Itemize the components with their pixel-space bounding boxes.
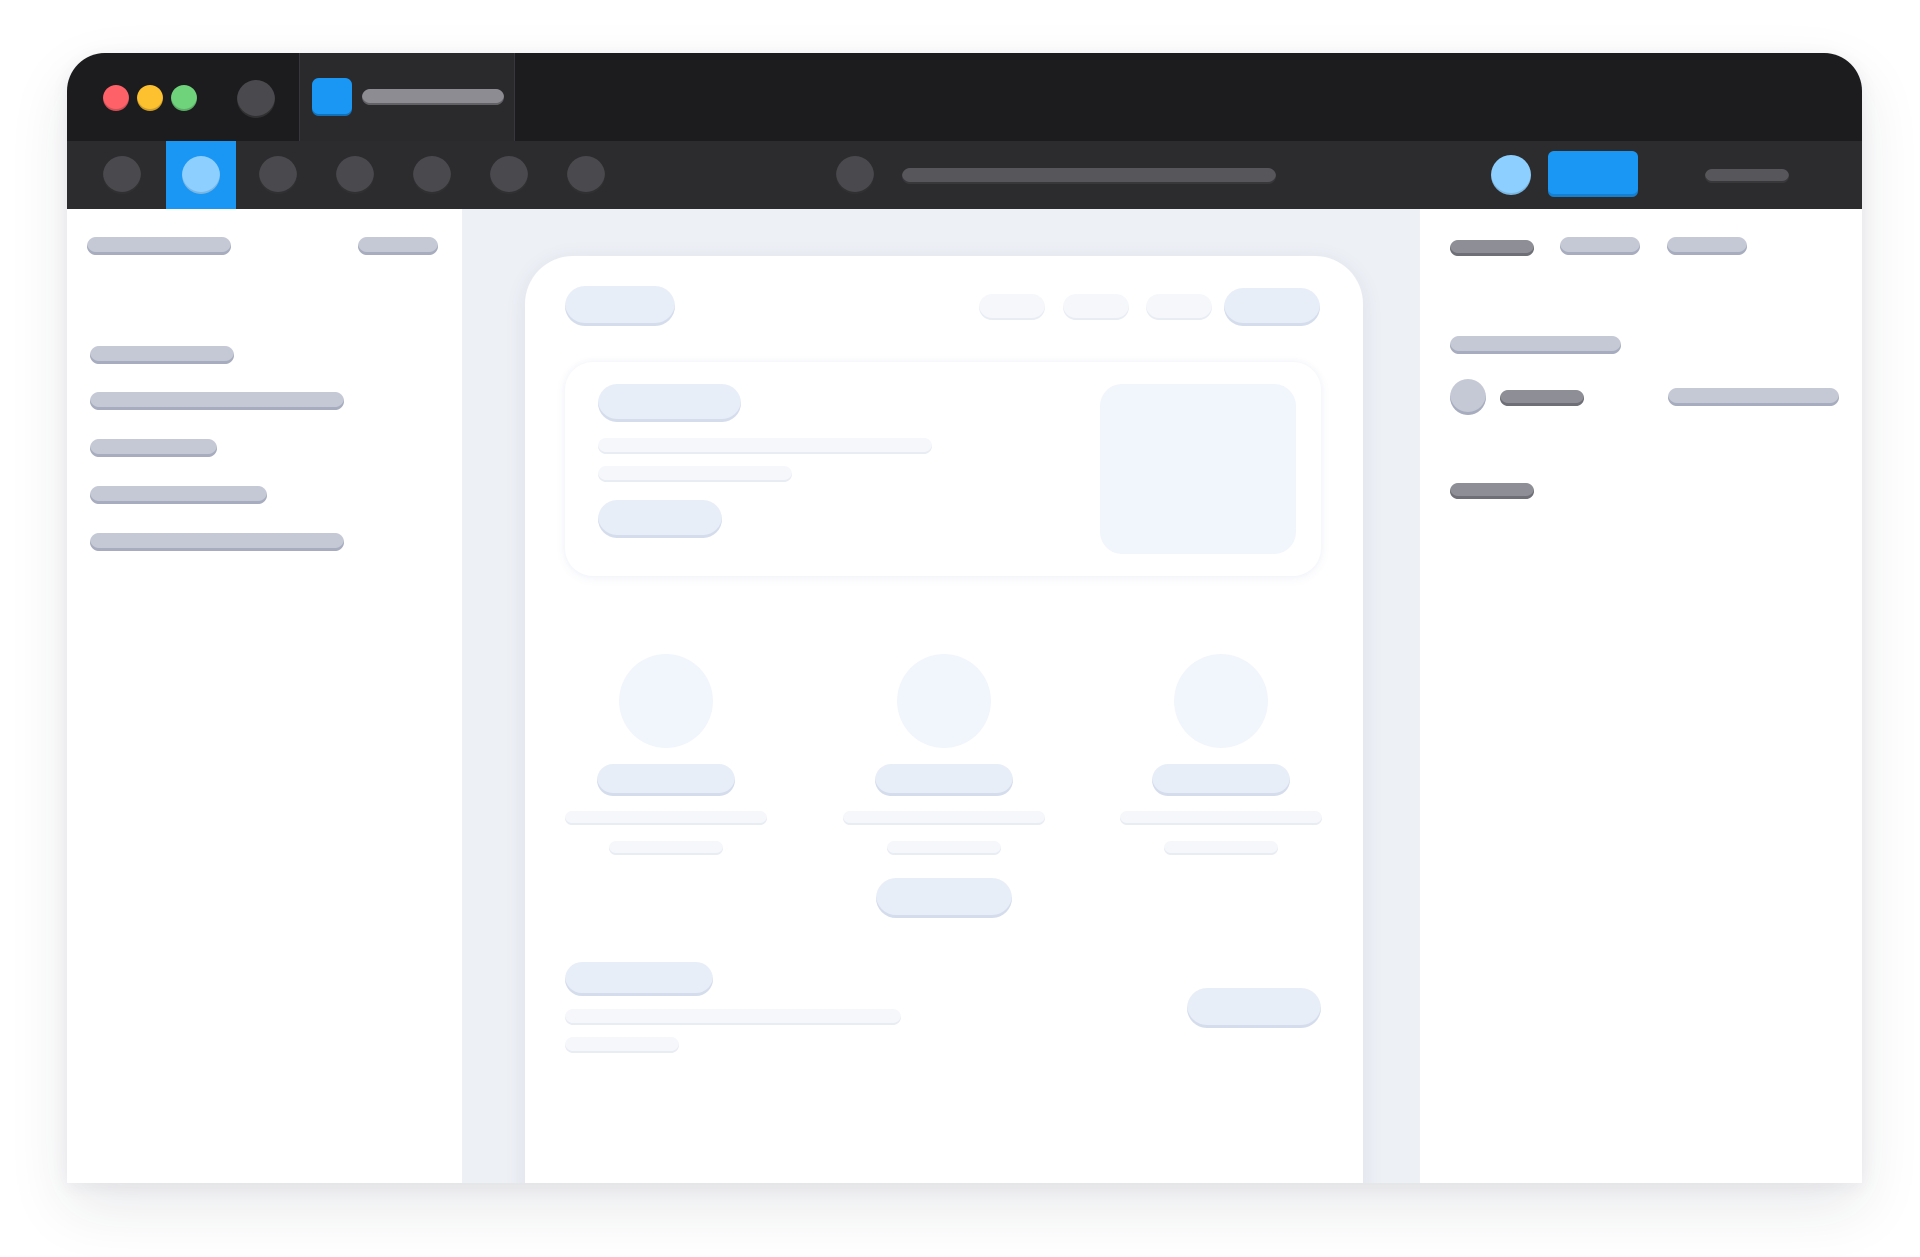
inspector-avatar: [1450, 379, 1486, 415]
tab-prototype[interactable]: [1560, 237, 1640, 255]
feature-3-title: [1152, 764, 1290, 796]
search-icon[interactable]: [836, 156, 874, 194]
tool-7-button[interactable]: [551, 141, 621, 209]
tool-3-button[interactable]: [243, 141, 313, 209]
feature-2-line-2: [887, 841, 1001, 855]
footer-button[interactable]: [1187, 988, 1321, 1028]
tool-2-icon: [182, 156, 220, 194]
features-button[interactable]: [876, 878, 1012, 918]
feature-3-line-1: [1120, 811, 1322, 825]
sidebar-item-1[interactable]: [90, 346, 234, 364]
tool-7-icon: [567, 156, 605, 194]
artboard-nav-link-2[interactable]: [1063, 294, 1129, 320]
hero-badge: [598, 384, 741, 422]
menu-link[interactable]: [1705, 169, 1789, 183]
tab-inspect[interactable]: [1667, 237, 1747, 255]
tool-1-button[interactable]: [87, 141, 157, 209]
sidebar-item-4[interactable]: [90, 486, 267, 504]
app-icon: [312, 78, 352, 116]
tab-design[interactable]: [1450, 240, 1534, 256]
hero-button[interactable]: [598, 500, 722, 538]
maximize-window-button[interactable]: [171, 85, 197, 111]
sidebar-header-action[interactable]: [358, 237, 438, 255]
app-window: [67, 53, 1862, 1183]
tool-4-icon: [336, 156, 374, 194]
inspector-panel: [1420, 209, 1862, 1183]
hero-subline: [598, 466, 792, 482]
share-button[interactable]: [1548, 151, 1638, 197]
inspector-property-label: [1500, 390, 1584, 406]
feature-1-line-1: [565, 811, 767, 825]
close-window-button[interactable]: [103, 85, 129, 111]
sidebar-item-2[interactable]: [90, 392, 344, 410]
feature-1-line-2: [609, 841, 723, 855]
inspector-section-2-title: [1450, 483, 1534, 499]
tool-4-button[interactable]: [320, 141, 390, 209]
tool-5-icon: [413, 156, 451, 194]
artboard-nav-cta[interactable]: [1224, 288, 1320, 326]
inspector-property-value[interactable]: [1668, 388, 1839, 406]
artboard-nav-link-1[interactable]: [979, 294, 1045, 320]
minimize-window-button[interactable]: [137, 85, 163, 111]
avatar-icon[interactable]: [1491, 155, 1531, 195]
title-bar: [67, 53, 1862, 141]
design-canvas[interactable]: [462, 209, 1420, 1183]
feature-2-title: [875, 764, 1013, 796]
feature-1-title: [597, 764, 735, 796]
footer-line-1: [565, 1009, 901, 1025]
tab-title: [362, 89, 504, 105]
feature-2-line-1: [843, 811, 1045, 825]
footer-line-2: [565, 1037, 679, 1053]
feature-2-icon: [897, 654, 991, 748]
tool-1-icon: [103, 156, 141, 194]
tool-5-button[interactable]: [397, 141, 467, 209]
address-bar[interactable]: [902, 168, 1276, 184]
history-icon[interactable]: [237, 80, 275, 118]
feature-3-icon: [1174, 654, 1268, 748]
tool-6-button[interactable]: [474, 141, 544, 209]
tool-3-icon: [259, 156, 297, 194]
tool-2-button[interactable]: [166, 141, 236, 209]
artboard[interactable]: [525, 256, 1363, 1183]
sidebar-header-label: [87, 237, 231, 255]
hero-headline: [598, 438, 932, 454]
feature-3-line-2: [1164, 841, 1278, 855]
hero-image-placeholder: [1100, 384, 1296, 554]
feature-1-icon: [619, 654, 713, 748]
hero-card[interactable]: [565, 362, 1321, 576]
sidebar-item-5[interactable]: [90, 533, 344, 551]
tool-6-icon: [490, 156, 528, 194]
footer-title: [565, 962, 713, 996]
toolbar: [67, 141, 1862, 209]
inspector-section-title: [1450, 336, 1621, 354]
layers-sidebar: [67, 209, 462, 1183]
artboard-nav-link-3[interactable]: [1146, 294, 1212, 320]
document-tab[interactable]: [299, 53, 515, 141]
sidebar-item-3[interactable]: [90, 439, 217, 457]
artboard-logo[interactable]: [565, 286, 675, 326]
